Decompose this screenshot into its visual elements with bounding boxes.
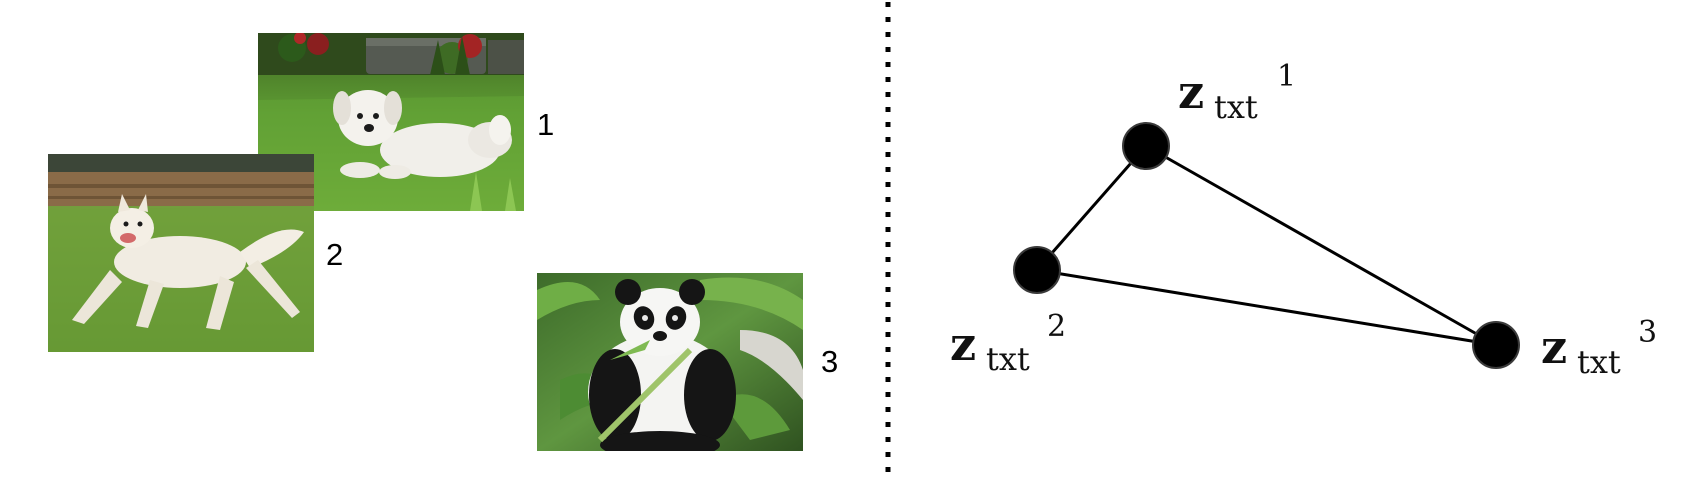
node-label-3: z txt 3 bbox=[1541, 315, 1657, 381]
node-label-1: z txt 1 bbox=[1178, 59, 1296, 126]
node-label-1-symbol: z bbox=[1178, 65, 1204, 119]
edge-1-2 bbox=[1035, 145, 1148, 271]
node-label-2-subscript: txt bbox=[986, 340, 1030, 378]
node-label-3-superscript: 3 bbox=[1638, 315, 1657, 350]
node-label-3-symbol: z bbox=[1541, 320, 1567, 374]
node-3 bbox=[1472, 321, 1520, 369]
node-label-2-symbol: z bbox=[950, 317, 976, 371]
photo-panda bbox=[537, 273, 803, 451]
node-label-2: z txt 2 bbox=[950, 309, 1066, 378]
embedding-graph: z txt 1 z txt 2 z txt 3 bbox=[950, 59, 1657, 381]
image-label-3: 3 bbox=[821, 344, 838, 379]
node-label-3-subscript: txt bbox=[1577, 343, 1621, 381]
figure-canvas: 1 2 3 z txt 1 z txt 2 z txt 3 bbox=[0, 0, 1682, 478]
node-label-1-subscript: txt bbox=[1214, 88, 1258, 126]
image-label-1: 1 bbox=[537, 107, 554, 142]
node-2 bbox=[1013, 246, 1061, 294]
figure-svg: 1 2 3 z txt 1 z txt 2 z txt 3 bbox=[48, 2, 1657, 478]
node-label-2-superscript: 2 bbox=[1047, 309, 1066, 344]
image-label-2: 2 bbox=[326, 237, 343, 272]
photo-dog-running bbox=[48, 154, 314, 352]
node-1 bbox=[1122, 122, 1170, 170]
node-label-1-superscript: 1 bbox=[1277, 59, 1296, 94]
